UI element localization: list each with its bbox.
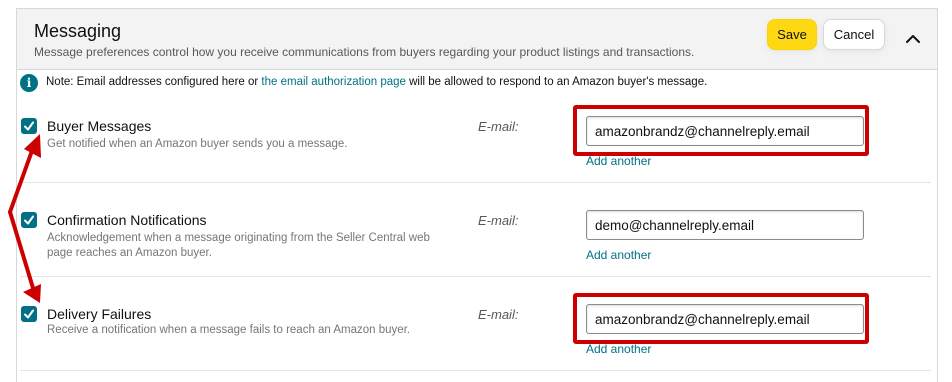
email-label: E-mail: <box>478 119 519 134</box>
add-another-link[interactable]: Add another <box>586 342 651 356</box>
buyer-messages-checkbox[interactable] <box>21 118 37 134</box>
panel-description: Message preferences control how you rece… <box>34 45 695 59</box>
cancel-button[interactable]: Cancel <box>823 19 885 50</box>
row-description: Get notified when an Amazon buyer sends … <box>47 138 348 150</box>
row-title: Confirmation Notifications <box>47 212 207 228</box>
row-title: Buyer Messages <box>47 118 152 134</box>
preference-row-buyer-messages: Buyer Messages Get notified when an Amaz… <box>20 104 931 182</box>
email-authorization-link[interactable]: the email authorization page <box>261 76 406 88</box>
row-description: Receive a notification when a message fa… <box>47 324 411 336</box>
confirmation-notifications-checkbox[interactable] <box>21 212 37 228</box>
row-title: Delivery Failures <box>47 306 152 322</box>
row-divider <box>20 182 931 183</box>
add-another-link[interactable]: Add another <box>586 154 651 168</box>
row-divider <box>20 370 931 371</box>
panel-header: Messaging Message preferences control ho… <box>17 9 937 70</box>
row-divider <box>20 276 931 277</box>
checkmark-icon <box>24 215 34 225</box>
email-label: E-mail: <box>478 213 519 228</box>
preference-row-delivery-failures: Delivery Failures Receive a notification… <box>20 292 931 370</box>
info-icon: i <box>20 74 38 92</box>
note-prefix: Note: Email addresses configured here or <box>46 76 262 88</box>
checkmark-icon <box>24 121 34 131</box>
checkmark-icon <box>24 309 34 319</box>
note-suffix: will be allowed to respond to an Amazon … <box>405 76 708 88</box>
preference-row-confirmation-notifications: Confirmation Notifications Acknowledgeme… <box>20 198 931 276</box>
add-another-link[interactable]: Add another <box>586 248 651 262</box>
save-button[interactable]: Save <box>767 19 817 50</box>
row-description: Acknowledgement when a message originati… <box>47 232 430 259</box>
note-text: Note: Email addresses configured here or… <box>46 76 707 88</box>
panel-title: Messaging <box>34 21 122 41</box>
delivery-failures-email-input[interactable] <box>586 304 864 334</box>
delivery-failures-checkbox[interactable] <box>21 306 37 322</box>
email-label: E-mail: <box>478 307 519 322</box>
chevron-up-icon[interactable] <box>901 29 925 49</box>
confirmation-notifications-email-input[interactable] <box>586 210 864 240</box>
buyer-messages-email-input[interactable] <box>586 116 864 146</box>
